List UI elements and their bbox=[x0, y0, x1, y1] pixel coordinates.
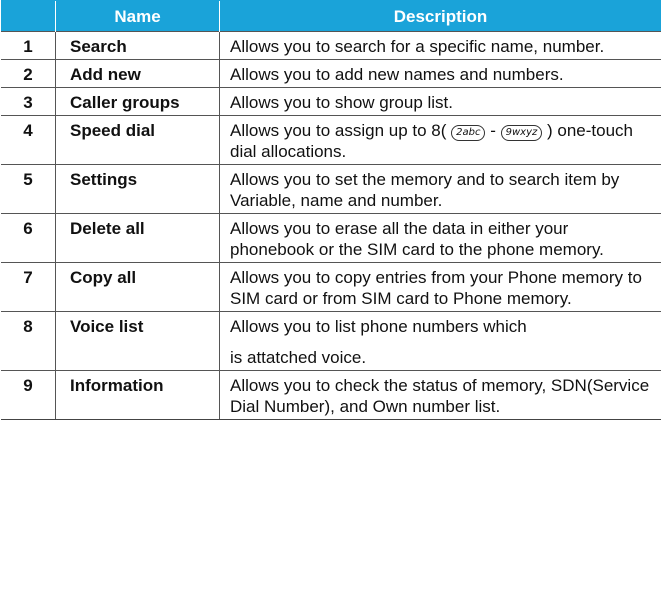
row-name: Copy all bbox=[55, 262, 220, 312]
phonebook-menu-table: Name Description 1 Search Allows you to … bbox=[1, 0, 661, 420]
row-number: 9 bbox=[1, 370, 56, 420]
row-description: Allows you to copy entries from your Pho… bbox=[219, 262, 661, 312]
table-row: 8 Voice list Allows you to list phone nu… bbox=[1, 311, 661, 371]
row-name: Delete all bbox=[55, 213, 220, 263]
row-description: Allows you to add new names and numbers. bbox=[219, 59, 661, 88]
header-number bbox=[1, 0, 56, 32]
row-description: Allows you to set the memory and to sear… bbox=[219, 164, 661, 214]
table-header-row: Name Description bbox=[1, 0, 661, 32]
row-number: 4 bbox=[1, 115, 56, 165]
row-description: Allows you to check the status of memory… bbox=[219, 370, 661, 420]
row-number: 1 bbox=[1, 31, 56, 60]
row-name: Add new bbox=[55, 59, 220, 88]
key-2-icon: 2abc bbox=[451, 125, 486, 141]
table-row: 6 Delete all Allows you to erase all the… bbox=[1, 213, 661, 263]
row-number: 3 bbox=[1, 87, 56, 116]
row-description: Allows you to search for a specific name… bbox=[219, 31, 661, 60]
row-number: 6 bbox=[1, 213, 56, 263]
phonebook-menu-table-container: Name Description 1 Search Allows you to … bbox=[0, 0, 662, 420]
key-range-separator: - bbox=[490, 121, 496, 140]
row-name: Voice list bbox=[55, 311, 220, 371]
row-description: Allows you to assign up to 8( 2abc - 9wx… bbox=[219, 115, 661, 165]
table-row: 1 Search Allows you to search for a spec… bbox=[1, 31, 661, 60]
table-row: 3 Caller groups Allows you to show group… bbox=[1, 87, 661, 116]
row-name: Information bbox=[55, 370, 220, 420]
description-line-2: is attatched voice. bbox=[230, 348, 367, 367]
row-name: Search bbox=[55, 31, 220, 60]
row-number: 8 bbox=[1, 311, 56, 371]
table-row: 9 Information Allows you to check the st… bbox=[1, 370, 661, 420]
row-description: Allows you to list phone numbers which is… bbox=[219, 311, 661, 371]
description-text-start: Allows you to assign up to 8( bbox=[230, 121, 447, 140]
row-number: 5 bbox=[1, 164, 56, 214]
row-name: Settings bbox=[55, 164, 220, 214]
table-row: 5 Settings Allows you to set the memory … bbox=[1, 164, 661, 214]
row-name: Speed dial bbox=[55, 115, 220, 165]
row-number: 2 bbox=[1, 59, 56, 88]
key-9-icon: 9wxyz bbox=[500, 125, 543, 141]
table-row: 4 Speed dial Allows you to assign up to … bbox=[1, 115, 661, 165]
header-name: Name bbox=[55, 0, 220, 32]
description-line-1: Allows you to list phone numbers which bbox=[230, 317, 527, 336]
table-row: 2 Add new Allows you to add new names an… bbox=[1, 59, 661, 88]
row-name: Caller groups bbox=[55, 87, 220, 116]
row-number: 7 bbox=[1, 262, 56, 312]
table-row: 7 Copy all Allows you to copy entries fr… bbox=[1, 262, 661, 312]
row-description: Allows you to show group list. bbox=[219, 87, 661, 116]
header-description: Description bbox=[219, 0, 661, 32]
row-description: Allows you to erase all the data in eith… bbox=[219, 213, 661, 263]
